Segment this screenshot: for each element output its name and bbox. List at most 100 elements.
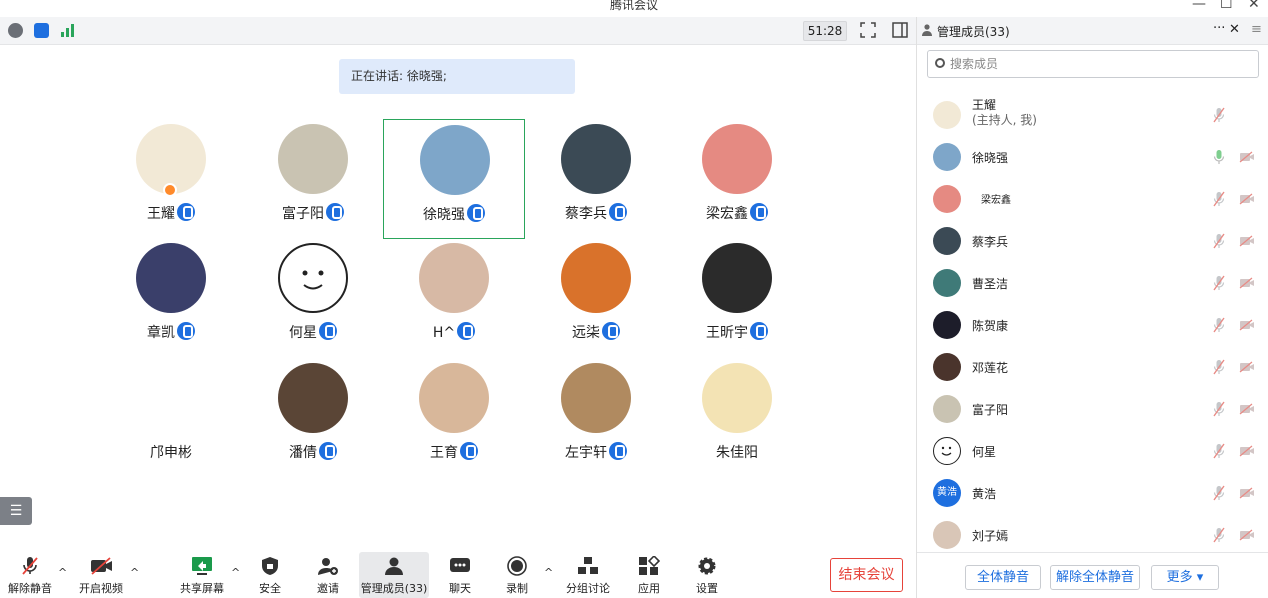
participant-tile[interactable]: 邝申彬 xyxy=(100,358,242,478)
camera-off-icon[interactable] xyxy=(1239,529,1255,541)
participant-name: 潘倩 xyxy=(289,445,317,461)
camera-off-icon[interactable] xyxy=(1239,445,1255,457)
participant-tile[interactable]: 朱佳阳 xyxy=(666,358,808,478)
breakout-button[interactable]: 分组讨论 xyxy=(564,552,612,598)
camera-off-icon[interactable] xyxy=(1239,487,1255,499)
participant-tile[interactable]: 何星 xyxy=(242,238,384,358)
member-row[interactable]: 曹圣洁 xyxy=(917,262,1268,304)
more-options-button[interactable]: 更多 ▾ xyxy=(1151,565,1219,590)
participant-name-row: 邝申彬 xyxy=(100,442,242,462)
participant-tile[interactable]: 王耀 xyxy=(100,119,242,239)
invite-button[interactable]: 邀请 xyxy=(308,552,348,598)
share-screen-button[interactable]: 共享屏幕 xyxy=(176,552,228,598)
member-avatar xyxy=(933,395,961,423)
fullscreen-icon[interactable] xyxy=(860,22,876,38)
chat-button[interactable]: 聊天 xyxy=(440,552,480,598)
participant-avatar xyxy=(702,243,772,313)
microphone-muted-icon[interactable] xyxy=(1213,401,1225,417)
participant-tile[interactable]: H^ xyxy=(383,238,525,358)
camera-off-icon[interactable] xyxy=(1239,319,1255,331)
settings-button[interactable]: 设置 xyxy=(688,552,726,598)
maximize-button[interactable]: ☐ xyxy=(1220,0,1233,12)
panel-close-icon[interactable]: ✕ xyxy=(1229,22,1240,37)
participant-name-row: 朱佳阳 xyxy=(666,442,808,462)
member-row[interactable]: 梁宏鑫 xyxy=(917,178,1268,220)
invite-user-icon xyxy=(317,556,339,576)
camera-off-icon[interactable] xyxy=(1239,361,1255,373)
record-button[interactable]: 录制 xyxy=(498,552,536,598)
member-row[interactable]: 邓莲花 xyxy=(917,346,1268,388)
camera-off-icon[interactable] xyxy=(1239,193,1255,205)
participant-tile[interactable]: 徐晓强 xyxy=(383,119,525,239)
security-shield-icon xyxy=(259,556,281,576)
camera-off-icon[interactable] xyxy=(1239,403,1255,415)
panel-menu-icon[interactable]: ≡ xyxy=(1251,22,1262,37)
participant-tile[interactable]: 富子阳 xyxy=(242,119,384,239)
member-name-text: 邓莲花 xyxy=(972,361,1009,375)
member-search-input[interactable]: 搜索成员 xyxy=(927,50,1259,78)
share-options-caret[interactable]: ^ xyxy=(231,566,240,579)
microphone-icon xyxy=(609,442,627,460)
signal-icon[interactable] xyxy=(60,23,75,38)
member-row[interactable]: 黄浩 黄浩 xyxy=(917,472,1268,514)
microphone-icon xyxy=(326,203,344,221)
participant-tile[interactable]: 章凯 xyxy=(100,238,242,358)
participant-avatar xyxy=(278,363,348,433)
microphone-muted-icon[interactable] xyxy=(1213,359,1225,375)
camera-off-icon[interactable] xyxy=(1239,151,1255,163)
participant-tile[interactable]: 梁宏鑫 xyxy=(666,119,808,239)
microphone-muted-icon[interactable] xyxy=(1213,443,1225,459)
start-video-button[interactable]: 开启视频 xyxy=(74,552,128,598)
participant-tile[interactable]: 潘倩 xyxy=(242,358,384,478)
apps-button[interactable]: 应用 xyxy=(630,552,668,598)
security-button[interactable]: 安全 xyxy=(252,552,288,598)
minimize-button[interactable]: — xyxy=(1192,0,1206,12)
microphone-muted-icon[interactable] xyxy=(1213,191,1225,207)
participant-name-row: 王育 xyxy=(383,442,525,462)
end-meeting-button[interactable]: 结束会议 xyxy=(830,558,903,592)
apps-icon xyxy=(638,554,661,576)
microphone-muted-icon[interactable] xyxy=(1213,233,1225,249)
member-row[interactable]: 王耀 (主持人, 我) xyxy=(917,94,1268,136)
info-icon[interactable] xyxy=(8,23,23,38)
shield-icon[interactable] xyxy=(34,23,49,38)
unmute-all-button[interactable]: 解除全体静音 xyxy=(1050,565,1140,590)
participant-avatar xyxy=(419,363,489,433)
record-options-caret[interactable]: ^ xyxy=(544,566,553,579)
participant-tile[interactable]: 王育 xyxy=(383,358,525,478)
member-row[interactable]: 刘子嫣 xyxy=(917,514,1268,556)
participant-name: 朱佳阳 xyxy=(716,445,758,461)
microphone-muted-icon[interactable] xyxy=(1213,485,1225,501)
speaking-indicator: 正在讲话: 徐晓强; xyxy=(339,59,575,94)
member-row[interactable]: 何星 xyxy=(917,430,1268,472)
participant-tile[interactable]: 蔡李兵 xyxy=(525,119,667,239)
list-toggle-button[interactable]: ☰ xyxy=(0,497,32,525)
member-row[interactable]: 陈贺康 xyxy=(917,304,1268,346)
manage-members-button[interactable]: 管理成员(33) xyxy=(359,552,429,598)
member-row[interactable]: 富子阳 xyxy=(917,388,1268,430)
microphone-icon xyxy=(602,322,620,340)
participant-tile[interactable]: 远柒 xyxy=(525,238,667,358)
microphone-icon[interactable] xyxy=(1213,149,1225,165)
mute-all-button[interactable]: 全体静音 xyxy=(965,565,1041,590)
participant-name: 何星 xyxy=(289,325,317,341)
participant-tile[interactable]: 左宇轩 xyxy=(525,358,667,478)
camera-off-icon[interactable] xyxy=(1239,235,1255,247)
member-name: 黄浩 xyxy=(972,485,996,502)
microphone-muted-icon[interactable] xyxy=(1213,527,1225,543)
participant-name: 王昕宇 xyxy=(706,325,748,341)
microphone-muted-icon[interactable] xyxy=(1213,275,1225,291)
unmute-button[interactable]: 解除静音 xyxy=(4,552,56,598)
audio-options-caret[interactable]: ^ xyxy=(58,566,67,579)
panel-more-icon[interactable]: ··· xyxy=(1213,21,1225,36)
member-name: 富子阳 xyxy=(972,401,1008,418)
microphone-muted-icon[interactable] xyxy=(1213,317,1225,333)
close-window-button[interactable]: ✕ xyxy=(1248,0,1260,12)
camera-off-icon[interactable] xyxy=(1239,277,1255,289)
video-options-caret[interactable]: ^ xyxy=(130,566,139,579)
member-row[interactable]: 徐晓强 xyxy=(917,136,1268,178)
layout-icon[interactable] xyxy=(892,22,908,38)
participant-tile[interactable]: 王昕宇 xyxy=(666,238,808,358)
microphone-muted-icon[interactable] xyxy=(1213,107,1225,123)
member-row[interactable]: 蔡李兵 xyxy=(917,220,1268,262)
